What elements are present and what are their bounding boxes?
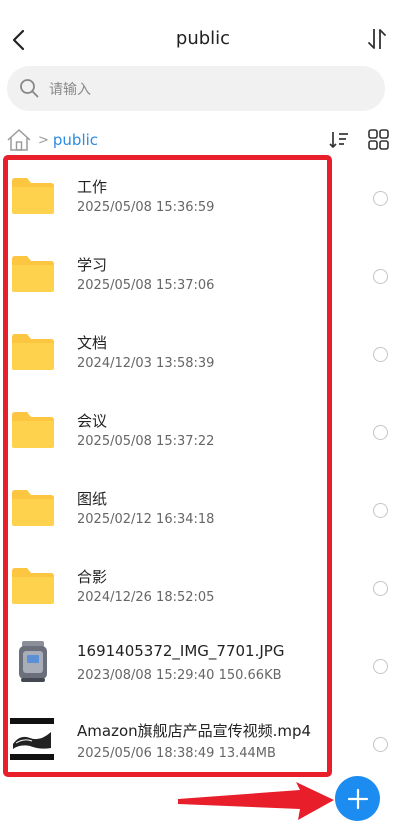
select-radio[interactable] <box>373 191 388 206</box>
list-item[interactable]: 学习 2025/05/08 15:37:06 <box>0 234 406 312</box>
page-title: public <box>175 28 231 49</box>
search-icon <box>20 79 39 98</box>
folder-icon <box>12 334 54 370</box>
home-icon[interactable] <box>6 128 32 152</box>
file-name: 合影 <box>77 568 108 586</box>
folder-icon <box>12 178 54 214</box>
file-meta: 2025/05/08 15:37:22 <box>77 434 215 449</box>
folder-icon <box>12 256 54 292</box>
file-meta: 2025/05/06 18:38:49 13.44MB <box>77 746 276 761</box>
add-button[interactable] <box>335 776 380 821</box>
video-thumbnail-icon <box>10 718 54 760</box>
folder-icon <box>12 568 54 604</box>
file-name: 图纸 <box>77 490 108 508</box>
select-radio[interactable] <box>373 425 388 440</box>
select-radio[interactable] <box>373 347 388 362</box>
select-radio[interactable] <box>373 581 388 596</box>
list-item[interactable]: 合影 2024/12/26 18:52:05 <box>0 546 406 624</box>
sort-button[interactable] <box>366 26 388 52</box>
search-input[interactable] <box>47 66 371 113</box>
breadcrumb-current[interactable]: public <box>53 131 98 149</box>
file-meta: 2025/02/12 16:34:18 <box>77 512 215 527</box>
file-name: 学习 <box>77 256 108 274</box>
file-meta: 2023/08/08 15:29:40 150.66KB <box>77 668 282 683</box>
select-radio[interactable] <box>373 659 388 674</box>
grid-view-icon[interactable] <box>368 129 389 150</box>
file-name: Amazon旗舰店产品宣传视频.mp4 <box>77 722 312 740</box>
file-meta: 2024/12/26 18:52:05 <box>77 590 215 605</box>
file-name: 1691405372_IMG_7701.JPG <box>77 642 285 660</box>
sort-list-icon[interactable] <box>329 130 349 150</box>
list-item[interactable]: 文档 2024/12/03 13:58:39 <box>0 312 406 390</box>
select-radio[interactable] <box>373 737 388 752</box>
folder-icon <box>12 490 54 526</box>
file-meta: 2025/05/08 15:36:59 <box>77 200 215 215</box>
file-meta: 2024/12/03 13:58:39 <box>77 356 215 371</box>
search-bar <box>7 66 385 113</box>
list-item[interactable]: 工作 2025/05/08 15:36:59 <box>0 156 406 234</box>
breadcrumb: > public <box>6 127 98 153</box>
plus-icon <box>347 788 368 809</box>
select-radio[interactable] <box>373 503 388 518</box>
file-meta: 2025/05/08 15:37:06 <box>77 278 215 293</box>
list-item[interactable]: 图纸 2025/02/12 16:34:18 <box>0 468 406 546</box>
list-item[interactable]: Amazon旗舰店产品宣传视频.mp4 2025/05/06 18:38:49 … <box>0 702 406 780</box>
file-name: 文档 <box>77 334 108 352</box>
file-name: 会议 <box>77 412 108 430</box>
list-item[interactable]: 会议 2025/05/08 15:37:22 <box>0 390 406 468</box>
file-name: 工作 <box>77 178 108 196</box>
image-thumbnail-icon <box>19 641 47 682</box>
list-item[interactable]: 1691405372_IMG_7701.JPG 2023/08/08 15:29… <box>0 624 406 702</box>
folder-icon <box>12 412 54 448</box>
sort-arrows-icon <box>368 29 386 49</box>
select-radio[interactable] <box>373 269 388 284</box>
breadcrumb-separator: > <box>38 132 49 148</box>
arrow-annotation-icon <box>178 782 334 820</box>
